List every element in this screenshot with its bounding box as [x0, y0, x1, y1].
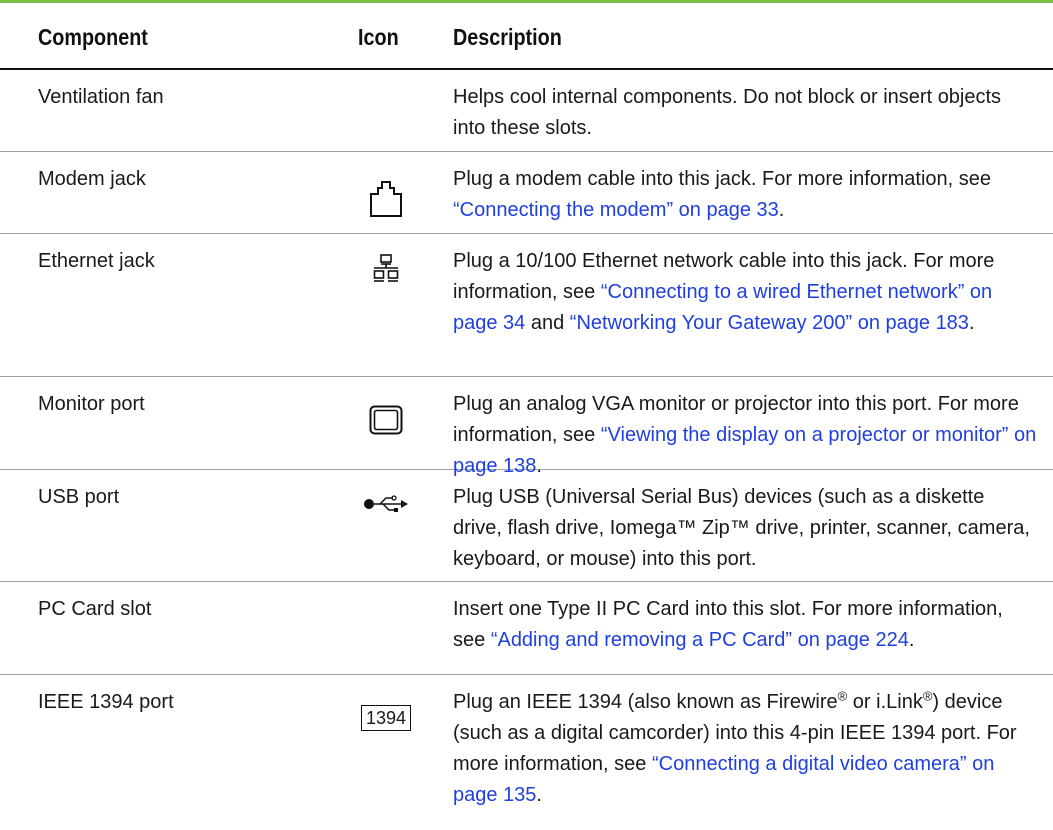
ieee1394-icon: 1394 — [358, 705, 414, 731]
monitor-icon — [358, 405, 414, 435]
table-row: Ventilation fan Helps cool internal comp… — [0, 70, 1053, 152]
component-name: Ventilation fan — [38, 86, 164, 108]
component-name: Ethernet jack — [38, 250, 155, 272]
ieee1394-icon-label: 1394 — [360, 705, 412, 731]
header-component: Component — [38, 24, 148, 50]
component-description: Plug USB (Universal Serial Bus) devices … — [453, 486, 1030, 570]
table-row: PC Card slot Insert one Type II PC Card … — [0, 582, 1053, 675]
table-row: Ethernet jack Plug a 10/100 Ethernet net… — [0, 234, 1053, 377]
component-name: PC Card slot — [38, 598, 152, 620]
component-name: Modem jack — [38, 168, 146, 190]
component-description: Insert one Type II PC Card into this slo… — [453, 598, 1003, 651]
component-description: Plug an IEEE 1394 (also known as Firewir… — [453, 688, 1017, 806]
ethernet-network-icon — [358, 254, 414, 282]
cross-reference-link[interactable]: “Connecting the modem” on page 33 — [453, 199, 779, 221]
component-description: Plug a 10/100 Ethernet network cable int… — [453, 250, 995, 334]
cross-reference-link[interactable]: “Adding and removing a PC Card” on page … — [491, 629, 909, 651]
table-row: Modem jack Plug a modem cable into this … — [0, 152, 1053, 234]
header-icon: Icon — [358, 24, 399, 50]
component-name: IEEE 1394 port — [38, 691, 174, 713]
component-description: Helps cool internal components. Do not b… — [453, 86, 1002, 139]
cross-reference-link[interactable]: “Networking Your Gateway 200” on page 18… — [570, 312, 969, 334]
modem-jack-icon — [358, 180, 414, 218]
usb-icon — [358, 494, 414, 514]
component-description: Plug an analog VGA monitor or projector … — [453, 393, 1037, 477]
header-description: Description — [453, 24, 562, 50]
component-name: Monitor port — [38, 393, 145, 415]
table-row: USB port Plug USB (Universal Serial Bus)… — [0, 470, 1053, 582]
component-name: USB port — [38, 486, 120, 508]
table-row: IEEE 1394 port 1394 Plug an IEEE 1394 (a… — [0, 675, 1053, 815]
component-description: Plug a modem cable into this jack. For m… — [453, 168, 992, 221]
table-header: Component Icon Description — [0, 3, 1053, 70]
table-row: Monitor port Plug an analog VGA monitor … — [0, 377, 1053, 477]
